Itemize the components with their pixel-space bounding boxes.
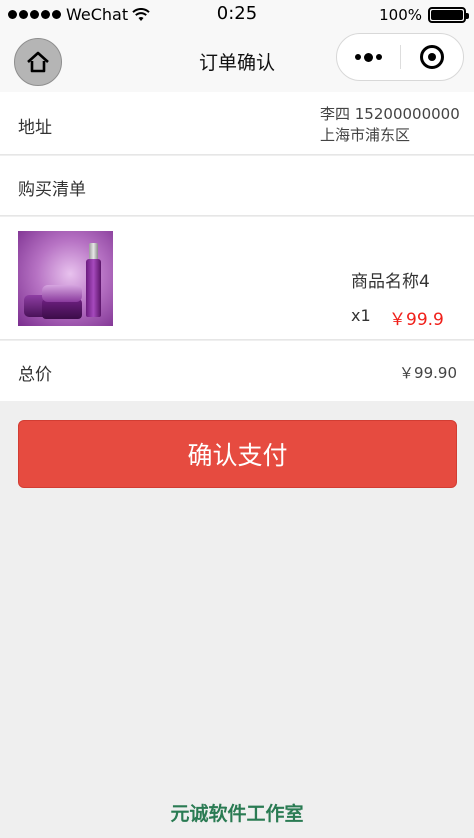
close-button[interactable] bbox=[401, 34, 463, 80]
total-value: ￥99.90 bbox=[399, 364, 457, 382]
address-location: 上海市浦东区 bbox=[320, 126, 411, 144]
battery-icon bbox=[428, 7, 469, 23]
total-label: 总价 bbox=[18, 365, 52, 385]
address-label: 地址 bbox=[18, 118, 52, 138]
target-close-icon bbox=[419, 45, 444, 69]
screen: WeChat 0:25 100% 订单确认 地址 李四 15200000000 … bbox=[0, 0, 474, 838]
product-quantity: x1 bbox=[351, 306, 371, 325]
shopping-list-row: 购买清单 bbox=[0, 156, 474, 216]
confirm-pay-button[interactable]: 确认支付 bbox=[18, 420, 457, 488]
more-dots-icon bbox=[355, 54, 361, 60]
battery-fill bbox=[431, 10, 463, 20]
mini-program-capsule bbox=[336, 33, 464, 81]
nav-bar: 订单确认 bbox=[0, 30, 474, 92]
status-bar: WeChat 0:25 100% bbox=[0, 0, 474, 30]
shopping-list-label: 购买清单 bbox=[18, 180, 86, 200]
product-name: 商品名称4 bbox=[351, 272, 430, 292]
total-row: 总价 ￥99.90 bbox=[0, 341, 474, 401]
address-contact: 李四 15200000000 bbox=[320, 105, 460, 123]
list-item[interactable]: 商品名称4 x1 ￥99.9 bbox=[0, 217, 474, 340]
address-row[interactable]: 地址 李四 15200000000 上海市浦东区 bbox=[0, 92, 474, 155]
footer-text: 元诚软件工作室 bbox=[170, 803, 304, 825]
battery-percent: 100% bbox=[379, 6, 422, 24]
product-image bbox=[18, 231, 113, 326]
address-details: 李四 15200000000 上海市浦东区 bbox=[320, 104, 460, 146]
status-right: 100% bbox=[379, 6, 469, 24]
more-button[interactable] bbox=[337, 34, 400, 80]
product-price: ￥99.9 bbox=[389, 310, 444, 330]
